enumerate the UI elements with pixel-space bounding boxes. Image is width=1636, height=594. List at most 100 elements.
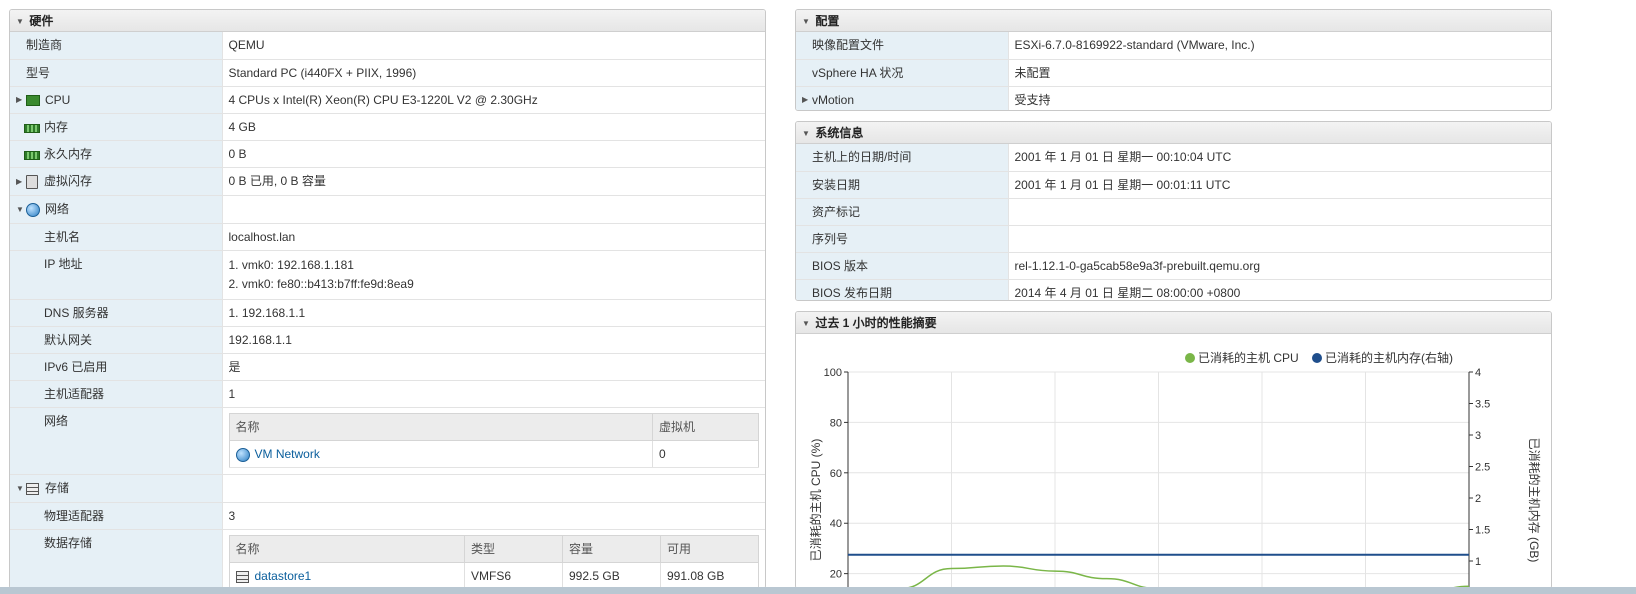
value-ip: 1. vmk0: 192.168.1.181 2. vmk0: fe80::b4…	[222, 250, 765, 300]
label-manufacturer: 制造商	[10, 32, 223, 60]
performance-panel: ▼ 过去 1 小时的性能摘要 1008060402043.532.521.510…	[795, 311, 1552, 589]
value-pmem: 0 B	[222, 140, 765, 169]
collapse-triangle-icon[interactable]: ▼	[16, 11, 26, 33]
y-tick-label-right: 1	[1475, 556, 1481, 568]
cpu-chip-icon	[26, 94, 40, 106]
table-row: vSphere HA 状况 未配置	[796, 59, 1551, 87]
column-header-name[interactable]: 名称	[229, 535, 465, 563]
column-header-vms[interactable]: 虚拟机	[652, 413, 759, 441]
collapse-triangle-icon[interactable]: ▼	[16, 197, 26, 223]
table-row: 安装日期 2001 年 1 月 01 日 星期一 00:01:11 UTC	[796, 171, 1551, 199]
value-physical-adapters: 3	[222, 502, 765, 530]
table-row: 主机适配器 1	[10, 380, 765, 408]
legend-cpu-label: 已消耗的主机 CPU	[1198, 350, 1299, 365]
table-row: ▼ 存储	[10, 474, 765, 503]
table-row: ▶ vMotion 受支持	[796, 86, 1551, 110]
value-model: Standard PC (i440FX + PIIX, 1996)	[222, 59, 765, 87]
value-image-profile: ESXi-6.7.0-8169922-standard (VMware, Inc…	[1008, 32, 1551, 60]
datastore-free: 991.08 GB	[660, 562, 759, 588]
y-axis-left-label: 已消耗的主机 CPU (%)	[808, 439, 823, 562]
vmotion-row-label[interactable]: ▶ vMotion	[796, 86, 1009, 110]
label-ip: IP 地址	[10, 250, 223, 300]
network-vm-count: 0	[652, 440, 759, 468]
datastore-type: VMFS6	[464, 562, 563, 588]
expand-triangle-icon[interactable]: ▶	[16, 169, 26, 195]
label-gateway: 默认网关	[10, 326, 223, 354]
table-row: BIOS 版本 rel-1.12.1-0-ga5cab58e9a3f-prebu…	[796, 252, 1551, 280]
value-host-adapters: 1	[222, 380, 765, 408]
value-hostname: localhost.lan	[222, 223, 765, 251]
table-row: 默认网关 192.168.1.1	[10, 326, 765, 354]
list-item: datastore1 VMFS6 992.5 GB 991.08 GB	[229, 562, 759, 588]
memory-module-icon	[24, 123, 40, 133]
label-datastores: 数据存储	[10, 529, 223, 588]
table-row: 主机名 localhost.lan	[10, 223, 765, 251]
y-tick-label-right: 4	[1475, 367, 1481, 379]
sysinfo-table: 主机上的日期/时间 2001 年 1 月 01 日 星期一 00:10:04 U…	[796, 144, 1551, 300]
column-header-free[interactable]: 可用	[660, 535, 759, 563]
hardware-panel: ▼ 硬件 制造商 QEMU 型号 Standard PC (i440FX + P…	[9, 9, 766, 589]
performance-chart: 1008060402043.532.521.510.5 已消耗的主机 CPU 已…	[808, 350, 1542, 588]
value-network	[222, 195, 765, 224]
value-install-date: 2001 年 1 月 01 日 星期一 00:01:11 UTC	[1008, 171, 1551, 199]
table-row: ▼ 网络	[10, 195, 765, 224]
y-tick-label-left: 60	[830, 468, 842, 480]
cpu-row-label[interactable]: ▶ CPU	[10, 86, 223, 115]
label-networks: 网络	[10, 407, 223, 475]
value-serial-number	[1008, 225, 1551, 253]
expand-triangle-icon[interactable]: ▶	[16, 87, 26, 113]
table-row: 网络 名称 虚拟机 VM Network 0	[10, 407, 765, 475]
column-header-type[interactable]: 类型	[464, 535, 563, 563]
column-header-name[interactable]: 名称	[229, 413, 653, 441]
value-bios-version: rel-1.12.1-0-ga5cab58e9a3f-prebuilt.qemu…	[1008, 252, 1551, 280]
network-link[interactable]: VM Network	[255, 447, 320, 461]
datastore-icon	[235, 570, 249, 583]
table-row: 永久内存 0 B	[10, 140, 765, 169]
label-hostname: 主机名	[10, 223, 223, 251]
value-dns: 1. 192.168.1.1	[222, 299, 765, 327]
label-bios-version: BIOS 版本	[796, 252, 1009, 280]
label-vflash: 虚拟闪存	[44, 174, 93, 189]
bottom-scrollbar[interactable]	[0, 587, 1636, 594]
persistent-memory-icon	[24, 150, 40, 160]
datastore-link[interactable]: datastore1	[255, 569, 312, 583]
table-row: 数据存储 名称 类型 容量 可用 datastore1 VMFS6 992.5	[10, 529, 765, 588]
storage-row-label[interactable]: ▼ 存储	[10, 474, 223, 503]
value-memory: 4 GB	[222, 113, 765, 142]
label-host-datetime: 主机上的日期/时间	[796, 144, 1009, 172]
list-item: VM Network 0	[229, 440, 759, 468]
expand-triangle-icon[interactable]: ▶	[802, 87, 812, 110]
vflash-row-label[interactable]: ▶ 虚拟闪存	[10, 167, 223, 197]
value-manufacturer: QEMU	[222, 32, 765, 60]
collapse-triangle-icon[interactable]: ▼	[802, 313, 812, 335]
hardware-header[interactable]: ▼ 硬件	[10, 10, 765, 32]
performance-title: 过去 1 小时的性能摘要	[815, 316, 937, 330]
label-ipv6: IPv6 已启用	[10, 353, 223, 381]
table-row: 制造商 QEMU	[10, 32, 765, 60]
label-memory: 内存	[44, 120, 69, 135]
collapse-triangle-icon[interactable]: ▼	[16, 476, 26, 502]
hardware-title: 硬件	[29, 14, 54, 28]
collapse-triangle-icon[interactable]: ▼	[802, 11, 812, 33]
table-row: ▶ 虚拟闪存 0 B 已用, 0 B 容量	[10, 167, 765, 197]
label-asset-tag: 资产标记	[796, 198, 1009, 226]
legend-memory-swatch	[1312, 353, 1322, 363]
performance-header[interactable]: ▼ 过去 1 小时的性能摘要	[796, 312, 1551, 334]
pmem-row-label: 永久内存	[10, 140, 223, 169]
datastores-cell: 名称 类型 容量 可用 datastore1 VMFS6 992.5 GB 99…	[222, 529, 765, 588]
memory-row-label: 内存	[10, 113, 223, 142]
collapse-triangle-icon[interactable]: ▼	[802, 123, 812, 145]
hardware-table: 制造商 QEMU 型号 Standard PC (i440FX + PIIX, …	[10, 32, 765, 588]
label-bios-date: BIOS 发布日期	[796, 279, 1009, 300]
config-header[interactable]: ▼ 配置	[796, 10, 1551, 32]
sysinfo-panel: ▼ 系统信息 主机上的日期/时间 2001 年 1 月 01 日 星期一 00:…	[795, 121, 1552, 301]
config-title: 配置	[815, 14, 840, 28]
config-panel: ▼ 配置 映像配置文件 ESXi-6.7.0-8169922-standard …	[795, 9, 1552, 111]
value-host-datetime: 2001 年 1 月 01 日 星期一 00:10:04 UTC	[1008, 144, 1551, 172]
label-network: 网络	[45, 202, 70, 217]
label-cpu: CPU	[45, 92, 71, 107]
column-header-capacity[interactable]: 容量	[562, 535, 661, 563]
sysinfo-header[interactable]: ▼ 系统信息	[796, 122, 1551, 144]
network-row-label[interactable]: ▼ 网络	[10, 195, 223, 224]
y-tick-label-right: 2	[1475, 493, 1481, 505]
